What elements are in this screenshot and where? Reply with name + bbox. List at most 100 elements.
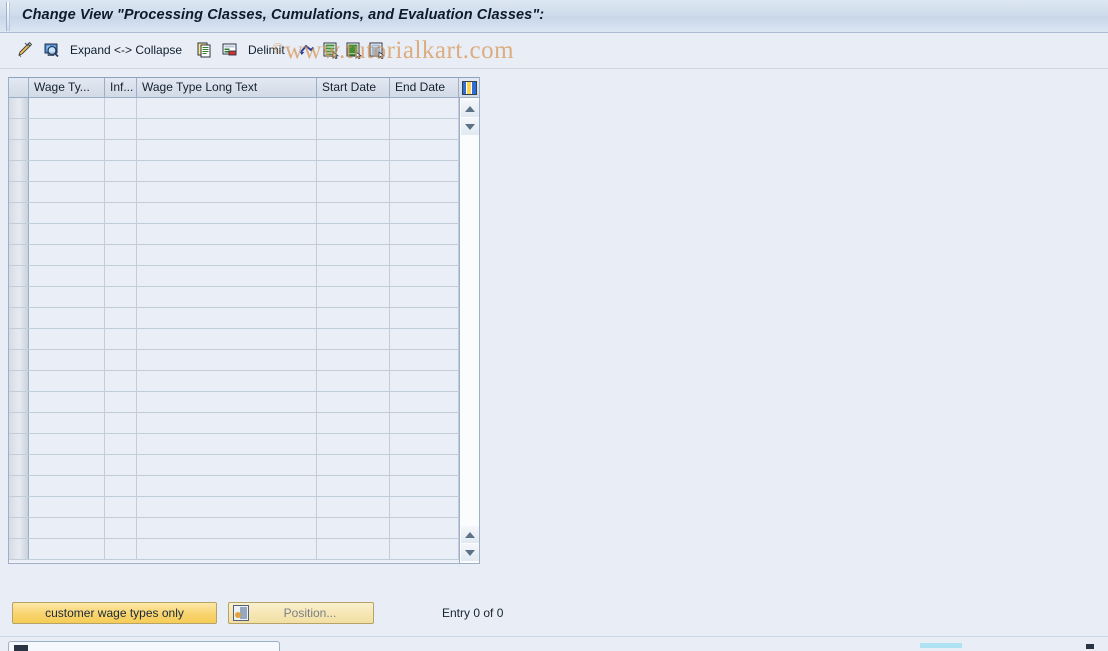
table-cell-long_text[interactable] [137, 224, 317, 244]
table-cell-wage_type[interactable] [29, 413, 105, 433]
table-row[interactable] [9, 203, 479, 224]
table-cell-long_text[interactable] [137, 413, 317, 433]
table-cell-infotype[interactable] [105, 203, 137, 223]
table-cell-infotype[interactable] [105, 329, 137, 349]
table-cell-end_date[interactable] [390, 392, 459, 412]
table-row[interactable] [9, 518, 479, 539]
table-cell-long_text[interactable] [137, 266, 317, 286]
table-cell-infotype[interactable] [105, 413, 137, 433]
table-cell-infotype[interactable] [105, 266, 137, 286]
table-cell-infotype[interactable] [105, 350, 137, 370]
table-cell-long_text[interactable] [137, 350, 317, 370]
table-cell-wage_type[interactable] [29, 140, 105, 160]
table-cell-long_text[interactable] [137, 308, 317, 328]
table-row[interactable] [9, 266, 479, 287]
table-cell-wage_type[interactable] [29, 476, 105, 496]
table-cell-end_date[interactable] [390, 182, 459, 202]
row-select-handle[interactable] [9, 287, 29, 307]
delimit-button[interactable]: Delimit [248, 40, 285, 60]
table-cell-wage_type[interactable] [29, 434, 105, 454]
table-cell-wage_type[interactable] [29, 497, 105, 517]
table-cell-wage_type[interactable] [29, 455, 105, 475]
table-cell-infotype[interactable] [105, 119, 137, 139]
table-cell-end_date[interactable] [390, 245, 459, 265]
row-select-handle[interactable] [9, 497, 29, 517]
table-cell-infotype[interactable] [105, 287, 137, 307]
table-cell-long_text[interactable] [137, 203, 317, 223]
table-header-select-all-cell[interactable] [9, 78, 29, 97]
row-select-handle[interactable] [9, 266, 29, 286]
row-select-handle[interactable] [9, 518, 29, 538]
row-select-handle[interactable] [9, 539, 29, 559]
column-config-button[interactable] [459, 78, 479, 97]
table-cell-end_date[interactable] [390, 476, 459, 496]
table-row[interactable] [9, 371, 479, 392]
table-cell-wage_type[interactable] [29, 539, 105, 559]
table-cell-infotype[interactable] [105, 476, 137, 496]
table-cell-infotype[interactable] [105, 371, 137, 391]
scroll-line-up-button[interactable] [461, 526, 479, 543]
row-select-handle[interactable] [9, 140, 29, 160]
table-cell-infotype[interactable] [105, 518, 137, 538]
row-select-handle[interactable] [9, 329, 29, 349]
table-cell-long_text[interactable] [137, 434, 317, 454]
table-cell-infotype[interactable] [105, 161, 137, 181]
select-block-button[interactable] [368, 40, 386, 60]
row-select-handle[interactable] [9, 476, 29, 496]
table-row[interactable] [9, 308, 479, 329]
table-row[interactable] [9, 119, 479, 140]
table-cell-end_date[interactable] [390, 329, 459, 349]
table-row[interactable] [9, 497, 479, 518]
row-select-handle[interactable] [9, 434, 29, 454]
table-cell-wage_type[interactable] [29, 392, 105, 412]
table-row[interactable] [9, 329, 479, 350]
table-row[interactable] [9, 455, 479, 476]
table-cell-start_date[interactable] [317, 371, 390, 391]
table-cell-long_text[interactable] [137, 518, 317, 538]
table-row[interactable] [9, 140, 479, 161]
table-cell-long_text[interactable] [137, 119, 317, 139]
table-cell-end_date[interactable] [390, 413, 459, 433]
table-cell-end_date[interactable] [390, 434, 459, 454]
row-select-handle[interactable] [9, 350, 29, 370]
table-cell-long_text[interactable] [137, 329, 317, 349]
table-cell-end_date[interactable] [390, 287, 459, 307]
table-cell-infotype[interactable] [105, 140, 137, 160]
table-cell-long_text[interactable] [137, 287, 317, 307]
expand-collapse-button[interactable]: Expand <-> Collapse [70, 40, 182, 60]
table-cell-end_date[interactable] [390, 224, 459, 244]
table-cell-long_text[interactable] [137, 455, 317, 475]
table-cell-start_date[interactable] [317, 98, 390, 118]
table-row[interactable] [9, 224, 479, 245]
row-select-handle[interactable] [9, 245, 29, 265]
table-row[interactable] [9, 539, 479, 560]
row-select-handle[interactable] [9, 182, 29, 202]
table-cell-start_date[interactable] [317, 266, 390, 286]
table-cell-start_date[interactable] [317, 161, 390, 181]
table-cell-end_date[interactable] [390, 497, 459, 517]
table-cell-end_date[interactable] [390, 350, 459, 370]
row-select-handle[interactable] [9, 203, 29, 223]
table-cell-start_date[interactable] [317, 203, 390, 223]
table-cell-long_text[interactable] [137, 539, 317, 559]
table-cell-wage_type[interactable] [29, 98, 105, 118]
table-row[interactable] [9, 287, 479, 308]
deselect-all-button[interactable] [345, 40, 363, 60]
row-select-handle[interactable] [9, 413, 29, 433]
table-cell-end_date[interactable] [390, 518, 459, 538]
table-cell-start_date[interactable] [317, 329, 390, 349]
undo-button[interactable] [298, 40, 316, 60]
table-cell-wage_type[interactable] [29, 182, 105, 202]
table-cell-infotype[interactable] [105, 497, 137, 517]
table-header-long-text[interactable]: Wage Type Long Text [137, 78, 317, 97]
table-cell-long_text[interactable] [137, 182, 317, 202]
table-header-infotype[interactable]: Inf... [105, 78, 137, 97]
copy-as-button[interactable] [196, 40, 214, 60]
row-select-handle[interactable] [9, 308, 29, 328]
table-cell-wage_type[interactable] [29, 329, 105, 349]
table-cell-end_date[interactable] [390, 539, 459, 559]
table-cell-infotype[interactable] [105, 224, 137, 244]
table-cell-wage_type[interactable] [29, 161, 105, 181]
table-vertical-scrollbar[interactable] [459, 98, 479, 563]
table-cell-long_text[interactable] [137, 392, 317, 412]
